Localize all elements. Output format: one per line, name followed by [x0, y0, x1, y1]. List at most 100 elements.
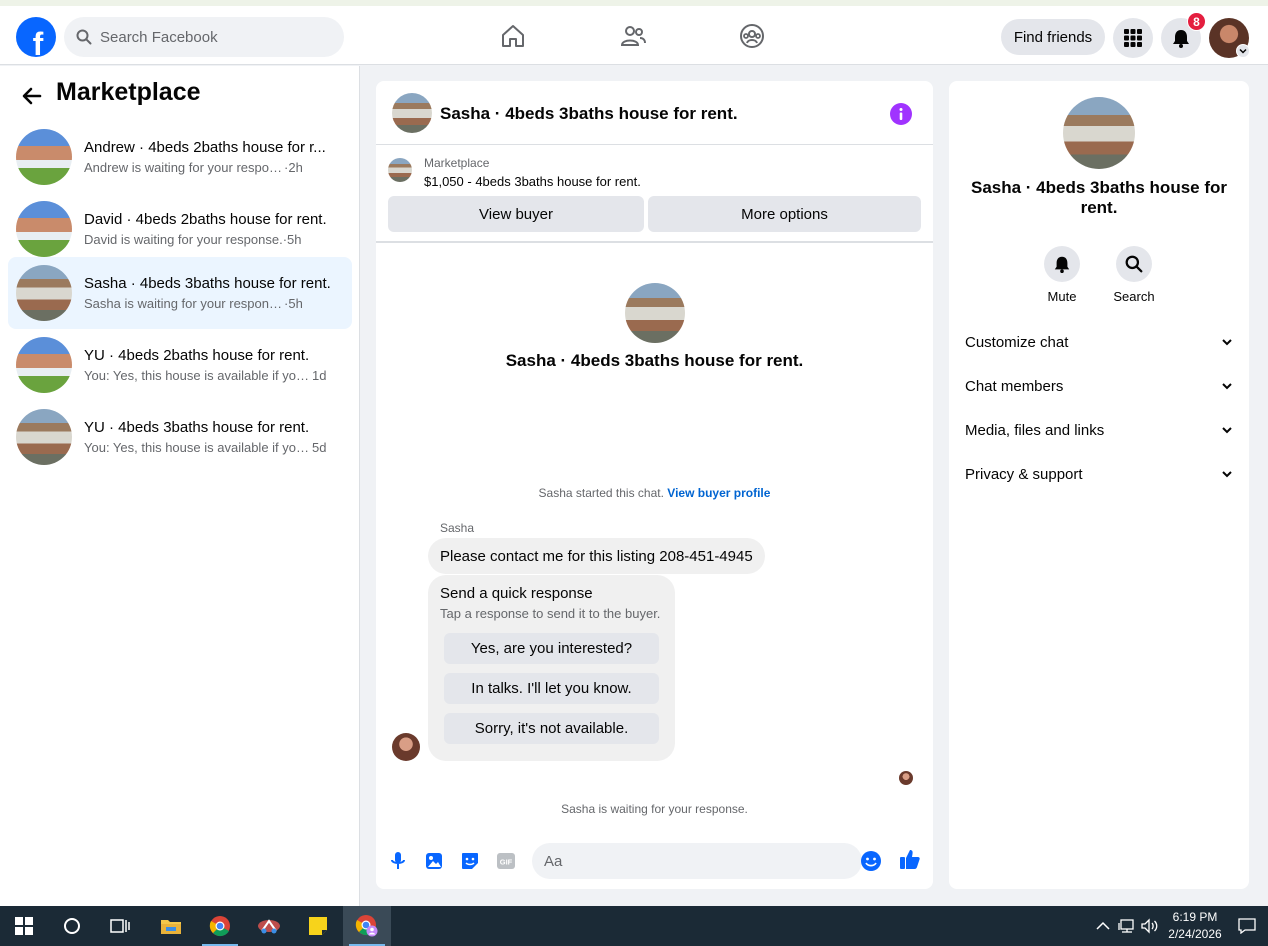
conversation-snippet: Andrew is waiting for your response. — [84, 160, 284, 175]
listing-thumbnail — [16, 337, 72, 393]
menu-grid-icon[interactable] — [1113, 18, 1153, 58]
sticky-notes-icon[interactable] — [294, 906, 342, 946]
conversation-name: David · 4beds 2baths house for rent. — [84, 211, 327, 228]
system-clock[interactable]: 6:19 PM 2/24/2026 — [1160, 909, 1230, 943]
quick-response-button[interactable]: In talks. I'll let you know. — [444, 673, 659, 704]
search-button[interactable]: Search — [1104, 246, 1164, 304]
conversation-time: 1d — [312, 368, 327, 383]
microphone-icon[interactable] — [386, 849, 410, 873]
chevron-down-icon — [1222, 339, 1232, 346]
conversation-snippet: Sasha is waiting for your response. — [84, 296, 284, 311]
chat-header: Sasha · 4beds 3baths house for rent. — [376, 81, 933, 145]
task-view-icon[interactable] — [96, 906, 144, 946]
listing-thumbnail — [16, 201, 72, 257]
conversation-item[interactable]: Andrew · 4beds 2baths house for r... And… — [8, 121, 352, 193]
quick-response-title: Send a quick response — [440, 585, 593, 602]
view-buyer-profile-link[interactable]: View buyer profile — [667, 486, 770, 500]
message-input[interactable] — [544, 852, 824, 870]
back-arrow-icon[interactable] — [20, 84, 44, 108]
clock-date: 2/24/2026 — [1168, 927, 1222, 941]
chrome-icon[interactable] — [196, 906, 244, 946]
sticker-icon[interactable] — [458, 849, 482, 873]
svg-text:GIF: GIF — [500, 858, 513, 867]
chat-panel: Sasha · 4beds 3baths house for rent. Mar… — [376, 81, 933, 889]
snipping-tool-icon[interactable] — [245, 906, 293, 946]
conversation-name: Andrew · 4beds 2baths house for r... — [84, 139, 326, 156]
conversation-time: 2h — [288, 160, 303, 175]
details-title: Sasha · 4beds 3baths house for rent. — [970, 178, 1227, 217]
chevron-down-icon — [1222, 383, 1232, 390]
chat-avatar[interactable] — [392, 93, 432, 133]
conversation-item-active[interactable]: Sasha · 4beds 3baths house for rent. Sas… — [8, 257, 352, 329]
chevron-up-icon[interactable] — [1096, 918, 1110, 934]
emoji-icon[interactable] — [859, 849, 883, 873]
find-friends-button[interactable]: Find friends — [1001, 19, 1105, 55]
windows-start-icon[interactable] — [0, 906, 48, 946]
search-bar[interactable] — [64, 17, 344, 57]
section-label: Media, files and links — [965, 421, 1105, 439]
file-explorer-icon[interactable] — [147, 906, 195, 946]
quick-response-button[interactable]: Sorry, it's not available. — [444, 713, 659, 744]
listing-thumbnail — [16, 409, 72, 465]
section-label: Privacy & support — [965, 465, 1083, 483]
details-avatar — [1063, 97, 1135, 169]
conversation-item[interactable]: YU · 4beds 2baths house for rent. You: Y… — [8, 329, 352, 401]
section-label: Chat members — [965, 377, 1064, 395]
conversation-snippet: David is waiting for your response. — [84, 232, 283, 247]
photo-icon[interactable] — [422, 849, 446, 873]
conversation-item[interactable]: YU · 4beds 3baths house for rent. You: Y… — [8, 401, 352, 473]
section-privacy-support[interactable]: Privacy & support — [957, 454, 1241, 494]
chevron-down-icon — [1222, 427, 1232, 434]
chevron-down-icon — [1222, 471, 1232, 478]
search-icon — [76, 29, 92, 45]
conversation-time: 5d — [312, 440, 327, 455]
network-icon[interactable] — [1118, 918, 1136, 934]
section-media-files-links[interactable]: Media, files and links — [957, 410, 1241, 450]
section-chat-members[interactable]: Chat members — [957, 366, 1241, 406]
thumbs-up-icon[interactable] — [898, 847, 922, 871]
section-label: Customize chat — [965, 333, 1069, 351]
quick-response-subtitle: Tap a response to send it to the buyer. — [440, 606, 661, 621]
volume-icon[interactable] — [1141, 918, 1159, 934]
listing-banner: Marketplace $1,050 - 4beds 3baths house … — [376, 146, 933, 243]
friends-icon[interactable] — [619, 22, 647, 50]
info-icon[interactable] — [890, 103, 912, 125]
section-customize-chat[interactable]: Customize chat — [957, 322, 1241, 362]
mute-button[interactable]: Mute — [1032, 246, 1092, 304]
conversation-item[interactable]: David · 4beds 2baths house for rent. Dav… — [8, 193, 352, 265]
chat-intro-avatar — [625, 283, 685, 343]
facebook-logo[interactable]: f — [16, 17, 56, 57]
mute-label: Mute — [1047, 289, 1077, 304]
conversation-name: Sasha · 4beds 3baths house for rent. — [84, 275, 331, 292]
message-text: Please contact me for this listing 208-4… — [440, 547, 753, 565]
action-center-icon[interactable] — [1238, 918, 1256, 934]
gif-icon[interactable]: GIF — [494, 849, 518, 873]
sender-avatar[interactable] — [392, 733, 420, 761]
message-composer: GIF — [376, 841, 933, 881]
listing-thumbnail — [388, 158, 412, 182]
search-label: Search — [1113, 289, 1155, 304]
quick-response-button[interactable]: Yes, are you interested? — [444, 633, 659, 664]
quick-response-card: Send a quick response Tap a response to … — [428, 575, 675, 761]
groups-icon[interactable] — [738, 22, 766, 50]
chevron-down-icon[interactable] — [1236, 44, 1250, 58]
search-input[interactable] — [100, 28, 320, 46]
bell-icon — [1044, 246, 1080, 282]
sender-name: Sasha — [440, 521, 475, 535]
seen-indicator-avatar — [899, 771, 913, 785]
conversation-snippet: You: Yes, this house is available if you… — [84, 368, 312, 383]
listing-thumbnail — [16, 265, 72, 321]
search-icon — [1116, 246, 1152, 282]
more-options-button[interactable]: More options — [648, 196, 921, 232]
cortana-search-icon[interactable] — [48, 906, 96, 946]
top-navigation: f Find friends 8 — [0, 6, 1268, 65]
view-buyer-button[interactable]: View buyer — [388, 196, 644, 232]
chat-started-notice: Sasha started this chat. View buyer prof… — [376, 486, 933, 500]
listing-price[interactable]: $1,050 - 4beds 3baths house for rent. — [424, 174, 641, 189]
message-bubble[interactable]: Please contact me for this listing 208-4… — [428, 538, 765, 574]
home-icon[interactable] — [499, 22, 527, 50]
message-input-box[interactable] — [532, 843, 862, 879]
chrome-profile-icon[interactable] — [343, 906, 391, 946]
chat-title[interactable]: Sasha · 4beds 3baths house for rent. — [440, 104, 738, 124]
conversation-time: 5h — [288, 296, 303, 311]
